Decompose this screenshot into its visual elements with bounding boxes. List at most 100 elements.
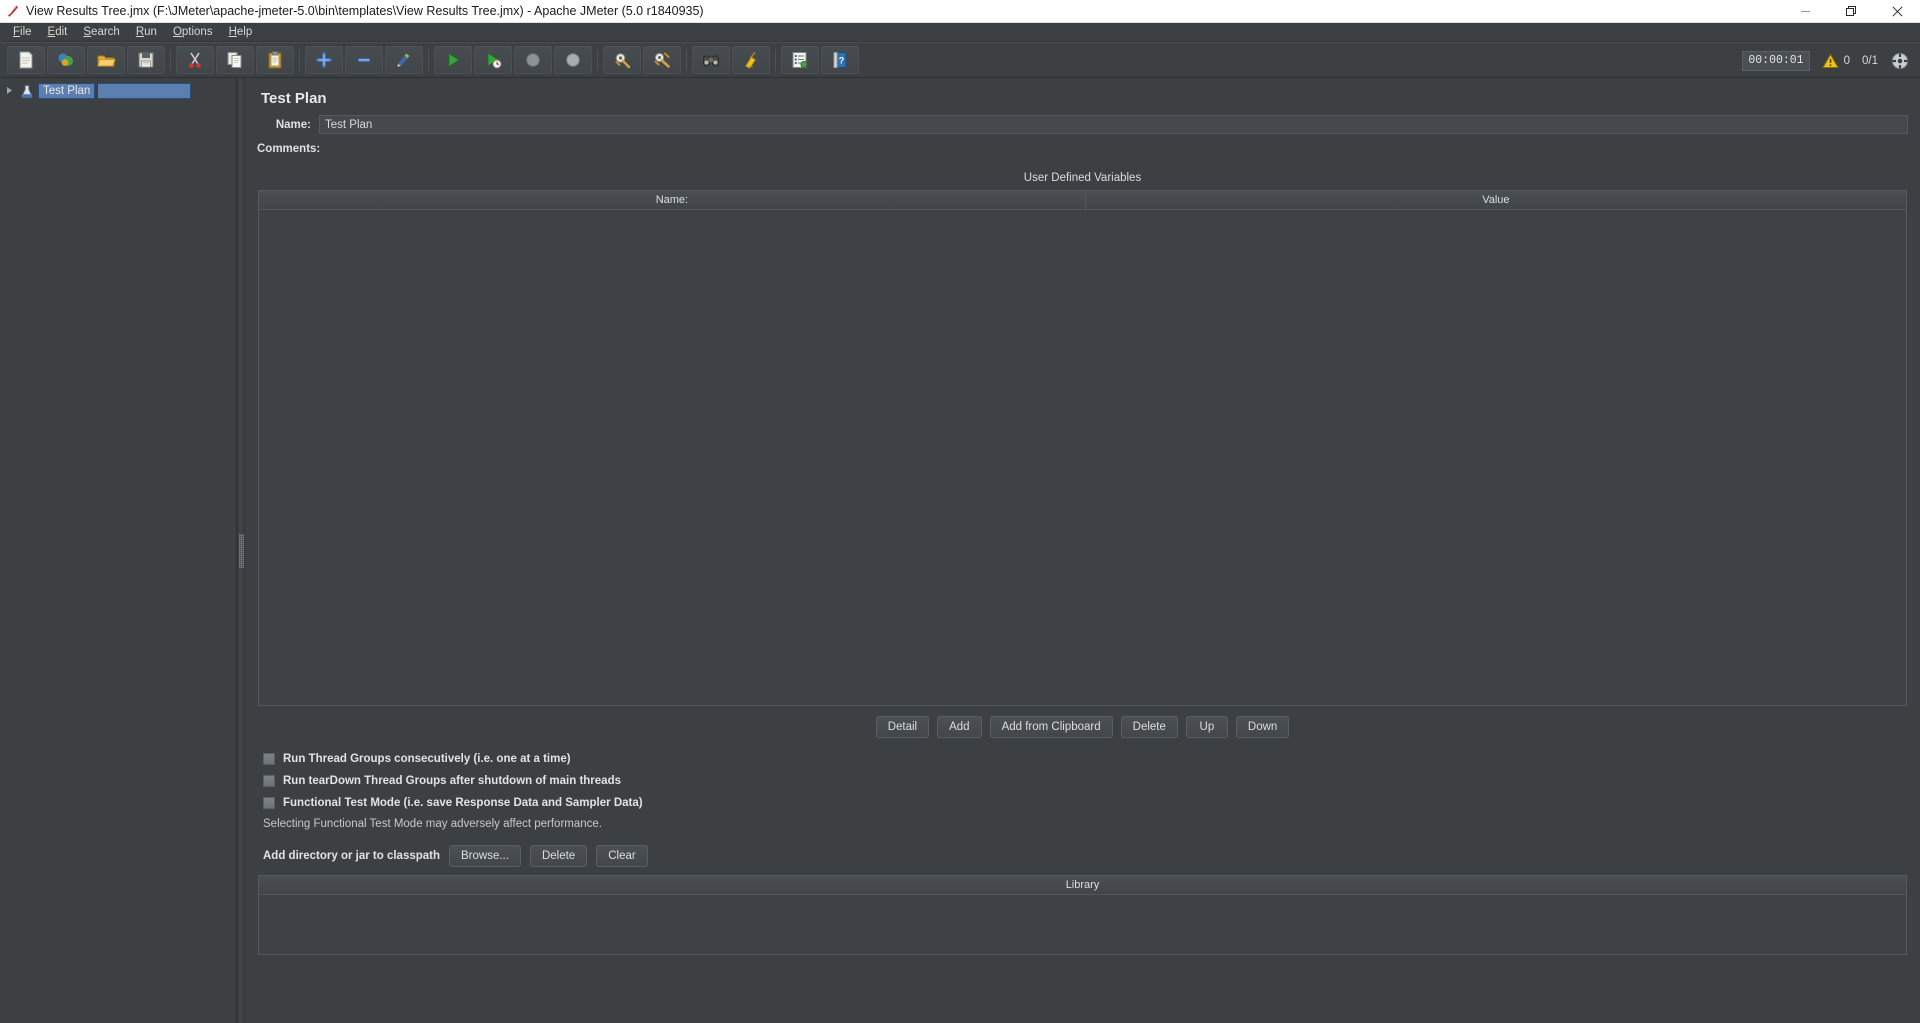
close-button[interactable] — [1874, 0, 1920, 23]
classpath-label: Add directory or jar to classpath — [263, 850, 441, 862]
menu-search-rest: earch — [91, 25, 120, 38]
svg-text:?: ? — [839, 56, 845, 66]
add-button[interactable]: Add — [937, 716, 982, 738]
down-button[interactable]: Down — [1235, 716, 1290, 738]
toolbar-separator — [682, 46, 691, 74]
divider-grip[interactable] — [239, 533, 244, 568]
toolbar-separator — [166, 46, 175, 74]
checkbox-run-thread-groups-consecutively[interactable]: Run Thread Groups consecutively (i.e. on… — [257, 748, 1908, 770]
udv-button-row: Detail Add Add from Clipboard Delete Up … — [257, 706, 1908, 748]
menu-edit[interactable]: Edit — [40, 23, 76, 42]
window-titlebar: View Results Tree.jmx (F:\JMeter\apache-… — [0, 0, 1920, 23]
minus-icon — [358, 58, 370, 62]
search-reset-button[interactable] — [732, 46, 770, 74]
toolbar-separator — [771, 46, 780, 74]
tree-node-label[interactable]: Test Plan — [38, 82, 96, 99]
clipboard-icon — [268, 51, 282, 69]
clear-all-button[interactable] — [643, 46, 681, 74]
save-floppy-icon — [138, 52, 154, 68]
binoculars-icon — [703, 55, 719, 67]
test-plan-editor-panel: Test Plan Name: Comments: User Defined V… — [245, 78, 1920, 1023]
search-button[interactable] — [692, 46, 730, 74]
minimize-button[interactable] — [1782, 0, 1828, 23]
library-table[interactable]: Library — [258, 875, 1907, 955]
jmeter-feather-icon — [0, 0, 26, 23]
detail-button[interactable]: Detail — [875, 716, 930, 738]
elapsed-timer: 00:00:01 — [1742, 51, 1810, 71]
warning-count: 0 — [1843, 55, 1850, 67]
collapsed-triangle-icon[interactable] — [2, 84, 16, 98]
open-button[interactable] — [87, 46, 125, 74]
udv-table-body[interactable] — [259, 210, 1906, 705]
comments-field-row: Comments: — [257, 139, 1908, 158]
cut-button[interactable] — [176, 46, 214, 74]
help-button[interactable]: ? — [821, 46, 859, 74]
toggle-button[interactable] — [385, 46, 423, 74]
shutdown-circle-icon — [566, 53, 580, 67]
checkbox-functional-test-mode[interactable]: Functional Test Mode (i.e. save Response… — [257, 792, 1908, 814]
browse-button[interactable]: Browse... — [449, 845, 521, 867]
stop-circle-icon — [526, 53, 540, 67]
checkbox-run-teardown-thread-groups[interactable]: Run tearDown Thread Groups after shutdow… — [257, 770, 1908, 792]
warning-counter[interactable]: 0 — [1821, 53, 1850, 69]
menu-help-rest: elp — [236, 25, 253, 38]
clear-all-gear-icon — [654, 52, 670, 68]
tree-node-test-plan[interactable]: Test Plan — [2, 82, 236, 99]
menu-options[interactable]: Options — [165, 23, 221, 42]
shutdown-button[interactable] — [554, 46, 592, 74]
window-title: View Results Tree.jmx (F:\JMeter\apache-… — [26, 3, 704, 18]
user-defined-variables-table[interactable]: Name: Value — [258, 190, 1907, 706]
classpath-delete-button[interactable]: Delete — [529, 845, 588, 867]
remote-engine-icon[interactable] — [1890, 51, 1910, 71]
menu-file[interactable]: File — [5, 23, 40, 42]
help-book-icon: ? — [833, 52, 847, 68]
expand-all-button[interactable] — [305, 46, 343, 74]
name-field-row: Name: — [257, 115, 1908, 134]
copy-pages-icon — [227, 52, 242, 68]
save-test-plan-button[interactable] — [127, 46, 165, 74]
restore-button[interactable] — [1828, 0, 1874, 23]
split-pane-divider[interactable] — [237, 78, 245, 1023]
menu-search[interactable]: Search — [75, 23, 127, 42]
test-plan-tree[interactable]: Test Plan — [0, 78, 237, 1023]
toolbar: ? 00:00:01 0 0/1 — [0, 42, 1920, 78]
menu-run[interactable]: Run — [128, 23, 165, 42]
templates-button[interactable] — [47, 46, 85, 74]
paste-button[interactable] — [256, 46, 294, 74]
start-no-pauses-button[interactable] — [474, 46, 512, 74]
checkbox-label: Run Thread Groups consecutively (i.e. on… — [283, 753, 571, 765]
library-column-header: Library — [259, 876, 1906, 895]
new-test-plan-button[interactable] — [7, 46, 45, 74]
toolbar-separator — [424, 46, 433, 74]
add-from-clipboard-button[interactable]: Add from Clipboard — [989, 716, 1113, 738]
start-button[interactable] — [434, 46, 472, 74]
user-defined-variables-title: User Defined Variables — [1023, 172, 1142, 184]
function-helper-button[interactable] — [781, 46, 819, 74]
open-folder-icon — [97, 55, 116, 67]
menubar: File Edit Search Run Options Help — [0, 23, 1920, 42]
stop-button[interactable] — [514, 46, 552, 74]
clear-gear-icon — [615, 53, 631, 69]
checkbox-box[interactable] — [263, 775, 275, 787]
up-button[interactable]: Up — [1185, 716, 1228, 738]
collapse-all-button[interactable] — [345, 46, 383, 74]
main-split-pane: Test Plan Test Plan Name: Comments: User… — [0, 78, 1920, 1023]
new-document-icon — [19, 51, 33, 69]
checkbox-label: Functional Test Mode (i.e. save Response… — [283, 797, 643, 809]
classpath-clear-button[interactable]: Clear — [596, 845, 648, 867]
library-table-body[interactable] — [259, 895, 1906, 954]
menu-options-rest: ptions — [181, 25, 213, 38]
name-input[interactable] — [319, 115, 1908, 134]
checkbox-box[interactable] — [263, 797, 275, 809]
copy-button[interactable] — [216, 46, 254, 74]
scissors-icon — [189, 52, 201, 68]
comments-label: Comments: — [257, 142, 321, 155]
clear-button[interactable] — [603, 46, 641, 74]
menu-edit-rest: dit — [55, 25, 68, 38]
test-plan-icon — [19, 83, 35, 99]
udv-column-name: Name: — [259, 191, 1086, 209]
toolbar-separator — [295, 46, 304, 74]
menu-help[interactable]: Help — [221, 23, 261, 42]
delete-button[interactable]: Delete — [1120, 716, 1178, 738]
checkbox-box[interactable] — [263, 753, 275, 765]
